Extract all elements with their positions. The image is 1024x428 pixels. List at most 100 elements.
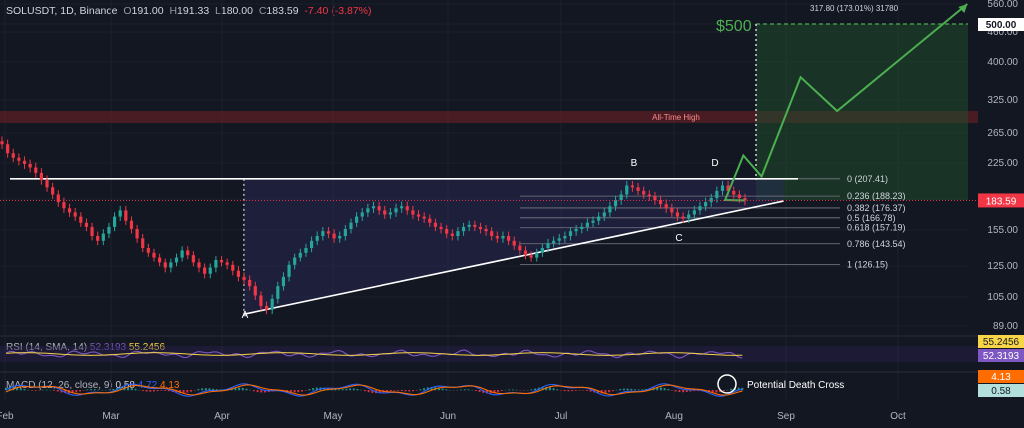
candle [219,256,224,267]
candle-body [281,276,286,287]
time-tick: Oct [890,411,906,422]
macd-histogram-bar [260,390,263,393]
candle-body [309,240,314,248]
macd-histogram-bar [663,388,666,391]
candle-body [214,260,218,268]
candle [214,256,218,273]
candle-body [371,206,376,209]
macd-histogram-bar [578,390,581,391]
candle [174,253,179,267]
candle-body [467,224,471,227]
candle-body [732,190,736,195]
macd-histogram-bar [153,390,155,392]
candle [67,203,72,217]
time-tick: Mar [102,411,120,422]
candle-body [349,222,353,229]
macd-histogram-bar [93,389,96,391]
candle-body [484,228,488,232]
pattern-point-c: C [675,233,682,244]
macd-histogram-bar [611,390,614,392]
candle [107,222,111,239]
candle-body [411,210,415,215]
macd-histogram-bar [548,387,551,391]
time-tick: Apr [214,411,230,422]
candle-body [473,224,477,227]
time-tick: Sep [777,411,795,422]
candle-body [563,236,567,239]
candle [90,222,94,241]
candle-body [208,267,212,274]
macd-histogram-bar [186,390,189,393]
macd-histogram-bar [622,388,625,391]
time-tick: Jul [555,411,568,422]
macd-histogram-bar [423,388,426,391]
candle-body [338,236,342,239]
macd-histogram-bar [90,389,93,391]
macd-histogram-bar [108,389,111,391]
macd-histogram-bar [23,389,26,391]
macd-histogram-bar [552,388,555,391]
target-price-text: 500.00 [986,20,1017,31]
candle-body [62,202,66,209]
macd-histogram-bar [86,389,89,391]
candle [236,265,241,282]
macd-histogram-bar [356,388,359,391]
macd-histogram-bar [445,389,448,391]
price-axis: 560.00460.00400.00325.00265.00225.00185.… [978,0,1024,332]
macd-histogram-bar [626,388,629,391]
candle-body [203,267,207,274]
macd-histogram-bar [149,390,152,392]
candle [197,258,201,273]
macd-histogram-bar [515,389,518,391]
candle-body [22,160,27,164]
candle-body [568,231,573,236]
macd-histogram-bar [389,390,392,391]
candle [6,139,10,158]
rsi-band [0,346,978,362]
macd-histogram-bar [145,390,148,392]
candle-body [248,279,252,287]
fib-label: 0.382 (176.37) [847,203,906,213]
candle-body [79,216,83,223]
candle-body [439,226,443,229]
candle-body [687,214,691,219]
macd-histogram-bar [463,389,466,391]
candle-body [456,231,460,236]
macd-histogram-bar [460,389,463,391]
candle-body [39,172,44,181]
macd-histogram-bar [312,388,315,391]
price-chart[interactable]: All-Time High $500 317.80 (173.01%) 31780 0… [0,0,1024,428]
macd-histogram-bar [641,389,644,391]
candle-body [293,257,297,265]
candle-body [619,194,623,201]
candle-body [591,220,595,223]
macd-histogram-bar [130,387,133,391]
macd-histogram-bar [341,389,344,391]
macd-histogram-bar [338,389,340,391]
macd-histogram-bar [297,390,300,393]
candle-body [495,236,499,239]
candle-body [287,264,291,277]
candle [169,258,173,273]
candle-body [523,250,528,256]
candle-body [602,212,606,217]
candle-body [557,238,561,241]
candle [22,156,27,169]
macd-histogram-bar [304,390,307,391]
candle-body [664,204,668,209]
candle-body [445,228,449,234]
candle [17,153,21,166]
candle [225,258,229,270]
macd-histogram-bar [201,388,204,391]
macd-histogram-bar [671,390,673,391]
pattern-point-d: D [711,158,718,169]
macd-histogram-bar [197,389,200,391]
candle-body [608,206,612,213]
macd-histogram-bar [19,388,22,391]
candle-body [17,157,21,161]
macd-histogram-bar [630,388,633,391]
macd-histogram-bar [400,390,403,391]
candle-body [315,236,319,241]
macd-histogram-bar [637,389,640,391]
macd-histogram-bar [156,390,159,392]
